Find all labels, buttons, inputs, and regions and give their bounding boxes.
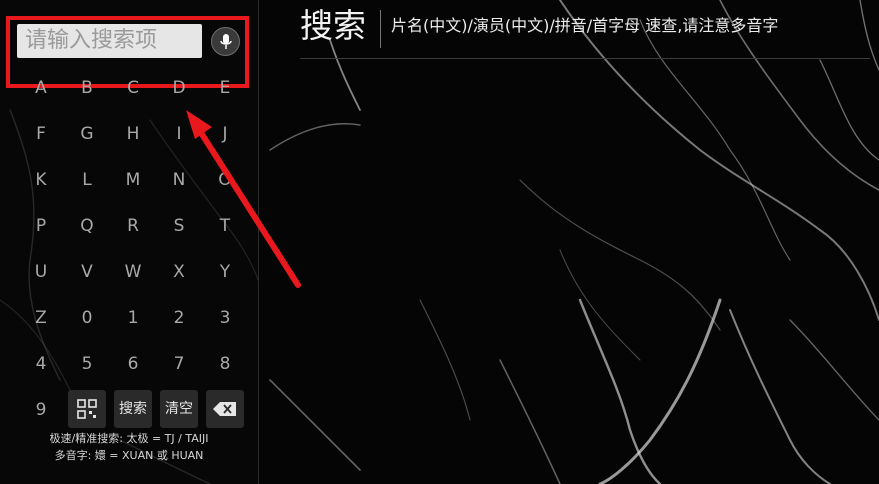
key-l[interactable]: L bbox=[72, 165, 102, 195]
key-k[interactable]: K bbox=[26, 165, 56, 195]
panel-divider bbox=[258, 0, 259, 484]
key-6[interactable]: 6 bbox=[118, 349, 148, 379]
key-c[interactable]: C bbox=[118, 73, 148, 103]
key-4[interactable]: 4 bbox=[26, 349, 56, 379]
key-w[interactable]: W bbox=[118, 257, 148, 287]
search-button[interactable]: 搜索 bbox=[114, 390, 152, 428]
backspace-button[interactable] bbox=[206, 390, 244, 428]
page-title: 搜索 bbox=[300, 6, 366, 45]
key-p[interactable]: P bbox=[26, 211, 56, 241]
key-1[interactable]: 1 bbox=[118, 303, 148, 333]
key-m[interactable]: M bbox=[118, 165, 148, 195]
key-q[interactable]: Q bbox=[72, 211, 102, 241]
key-j[interactable]: J bbox=[210, 119, 240, 149]
clear-button[interactable]: 清空 bbox=[160, 390, 198, 428]
key-r[interactable]: R bbox=[118, 211, 148, 241]
key-3[interactable]: 3 bbox=[210, 303, 240, 333]
key-u[interactable]: U bbox=[26, 257, 56, 287]
page-subtitle: 片名(中文)/演员(中文)/拼音/首字母 速查,请注意多音字 bbox=[391, 16, 779, 35]
key-9[interactable]: 9 bbox=[26, 395, 56, 425]
key-d[interactable]: D bbox=[164, 73, 194, 103]
key-y[interactable]: Y bbox=[210, 257, 240, 287]
key-2[interactable]: 2 bbox=[164, 303, 194, 333]
key-h[interactable]: H bbox=[118, 119, 148, 149]
key-z[interactable]: Z bbox=[26, 303, 56, 333]
header-divider bbox=[300, 58, 870, 59]
key-i[interactable]: I bbox=[164, 119, 194, 149]
key-b[interactable]: B bbox=[72, 73, 102, 103]
key-8[interactable]: 8 bbox=[210, 349, 240, 379]
hint-line-2: 多音字: 嬛 = XUAN 或 HUAN bbox=[54, 449, 204, 462]
key-n[interactable]: N bbox=[164, 165, 194, 195]
key-s[interactable]: S bbox=[164, 211, 194, 241]
key-g[interactable]: G bbox=[72, 119, 102, 149]
hint-line-1: 极速/精准搜索: 太极 = TJ / TAIJI bbox=[49, 432, 209, 445]
backspace-icon bbox=[213, 402, 236, 416]
qr-code-button[interactable] bbox=[68, 390, 106, 428]
qr-code-icon bbox=[77, 399, 97, 419]
key-v[interactable]: V bbox=[72, 257, 102, 287]
key-f[interactable]: F bbox=[26, 119, 56, 149]
key-5[interactable]: 5 bbox=[72, 349, 102, 379]
key-7[interactable]: 7 bbox=[164, 349, 194, 379]
key-e[interactable]: E bbox=[210, 73, 240, 103]
key-a[interactable]: A bbox=[26, 73, 56, 103]
key-x[interactable]: X bbox=[164, 257, 194, 287]
key-0[interactable]: 0 bbox=[72, 303, 102, 333]
key-t[interactable]: T bbox=[210, 211, 240, 241]
title-separator bbox=[380, 10, 381, 48]
key-o[interactable]: O bbox=[210, 165, 240, 195]
